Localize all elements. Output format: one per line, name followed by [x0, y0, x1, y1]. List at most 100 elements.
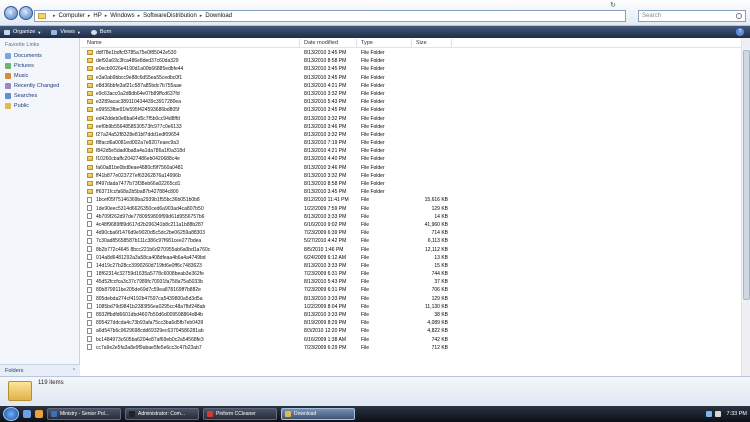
file-name: e3a0ab9bbcc9e88c6d55ea55cedbc0f1 [96, 74, 183, 81]
date-modified: 8/19/2009 8:29 PM [304, 320, 347, 327]
search-input[interactable]: Search [638, 10, 746, 22]
table-row[interactable]: e3a0ab9bbcc9e88c6d55ea55cedbc0f1 8/13/201… [81, 74, 741, 82]
file-name: 014a8d6481292a3a58ca408dfeaa4b6a4a4749bd [96, 254, 206, 261]
refresh-icon[interactable]: ↻ [610, 1, 616, 9]
file-size: 712 KB [431, 344, 448, 351]
nav-item[interactable]: Pictures [0, 61, 79, 71]
table-row[interactable]: f10260cbaffc20427486eb0420688c4e 8/13/201… [81, 155, 741, 163]
table-row[interactable]: ff6371fccfa68a2b5ba87b427884c800 8/13/201… [81, 188, 741, 196]
breadcrumb-separator[interactable]: ▸ [138, 13, 141, 19]
vertical-scrollbar[interactable] [741, 38, 750, 376]
views-button[interactable]: Views ▼ [51, 29, 81, 35]
table-row[interactable]: 8932ffbdfd6601dbd4607b50d6d009598864d84b… [81, 311, 741, 319]
table-row[interactable]: 7c30ad85658587b111c386c97f681cee277bdea 5… [81, 237, 741, 245]
file-type: File [361, 320, 370, 327]
breadcrumb-separator[interactable]: ▸ [200, 13, 203, 19]
table-row[interactable]: 4b709f262d97de7780959809f99d61d9556757b6… [81, 213, 741, 221]
breadcrumb-separator[interactable]: ▸ [105, 13, 108, 19]
folders-toggle[interactable]: Folders ⌃ [0, 364, 80, 376]
table-row[interactable]: def92a69c3fca486e8ded37c60da329 8/13/2010… [81, 57, 741, 65]
volume-icon[interactable] [714, 411, 721, 417]
table-row[interactable]: f8facd6a0081ed002a7e8207eaec9a3 8/13/2010… [81, 139, 741, 147]
folder-icon [285, 411, 291, 417]
table-row[interactable]: 80b879911be205de69d7c59ea878169ff7b882e 7… [81, 286, 741, 294]
column-separator[interactable] [451, 39, 452, 47]
table-row[interactable]: f842d5e5dad0ba8a4a1da786a1f0a318d 8/13/20… [81, 147, 741, 155]
table-row[interactable]: 8b2b772c4645 8bcc221b6d270955ab6a0bd1a76… [81, 246, 741, 254]
column-separator[interactable] [411, 39, 412, 47]
nav-item-label: Public [14, 103, 29, 109]
column-date-modified[interactable]: Date modified [304, 40, 338, 46]
table-row[interactable]: ff497dada7477b73f38eb66a02265cd1 8/13/201… [81, 180, 741, 188]
table-row[interactable]: e9c63acc0a2d8db64e07b89ffcd637fd 8/13/201… [81, 90, 741, 98]
search-icon[interactable] [736, 13, 742, 19]
table-row[interactable]: 895427ddcda4c73b93afa75cc3ba6d5fb7eb0439… [81, 319, 741, 327]
table-row[interactable]: ddf78e1bdfcf3785a75e0f85042e530 8/13/2010… [81, 49, 741, 57]
file-type: File Folder [361, 99, 385, 106]
command-bar: Organize ▼ Views ▼ Burn ? [0, 26, 750, 38]
folder-icon [87, 90, 93, 96]
table-row[interactable]: 1085bd79d9841b2383f56ea0295cc48a7fbf248a… [81, 303, 741, 311]
forward-button[interactable]: › [19, 6, 33, 20]
breadcrumb-separator[interactable]: ▸ [53, 13, 56, 19]
table-row[interactable]: 1de90eec5314d6626350ced6a903ad4ca807b50 1… [81, 205, 741, 213]
start-button[interactable] [3, 407, 19, 421]
breadcrumb-item[interactable]: HP [93, 13, 101, 19]
taskbar-button[interactable]: Ministry - Senior Pol... [47, 408, 121, 420]
date-modified: 8/13/2010 3:33 PM [304, 295, 347, 302]
nav-item[interactable]: Public [0, 101, 79, 111]
file-name: fa60a81be0bd8eae4880cf9f7560a0481 [96, 164, 184, 171]
breadcrumb[interactable]: ▸ Computer ▸ HP ▸ Windows ▸ SoftwareDistributio… [34, 10, 626, 22]
file-size: 706 KB [431, 287, 448, 294]
taskbar-button[interactable]: Download [281, 408, 355, 420]
table-row[interactable]: f27a24a52f8328e81bf7ddd1edf09654 8/13/201… [81, 131, 741, 139]
scrollbar-thumb[interactable] [743, 50, 750, 300]
help-icon[interactable]: ? [736, 28, 744, 36]
show-desktop-icon[interactable] [23, 410, 31, 418]
column-separator[interactable] [356, 39, 357, 47]
table-row[interactable]: eef0b9b5564858530573fc977c0e6133 8/13/201… [81, 123, 741, 131]
organize-button[interactable]: Organize ▼ [4, 29, 41, 35]
taskbar-button-label: Ministry - Senior Pol... [60, 411, 109, 417]
nav-item[interactable]: Recently Changed [0, 81, 79, 91]
table-row[interactable]: 45d52fccfca3c37c7989fc70931fa758a75a5033… [81, 278, 741, 286]
nav-item[interactable]: Documents [0, 51, 79, 61]
table-row[interactable]: e99553fbe91fe595f424593686bd805f 8/13/201… [81, 106, 741, 114]
breadcrumb-item[interactable]: Computer [59, 13, 85, 19]
table-row[interactable]: e8d36bbfe3af21c587a85bdc7b755aae 8/13/201… [81, 82, 741, 90]
column-type[interactable]: Type [361, 40, 373, 46]
column-name[interactable]: Name [87, 40, 102, 46]
column-size[interactable]: Size [416, 40, 427, 46]
table-row[interactable]: 4d90cba6f1476d9e9020d5c5dc2be06259a88303… [81, 229, 741, 237]
nav-item[interactable]: Searches [0, 91, 79, 101]
table-row[interactable]: ff41b877e023727ef63362876a14996b 8/13/201… [81, 172, 741, 180]
table-row[interactable]: 18f62314c32759d1635a5778c6008beab3e362fe… [81, 270, 741, 278]
table-row[interactable]: 4c48f9689f89d617d2b296341b8c211a1b88b287… [81, 221, 741, 229]
file-name: e8d36bbfe3af21c587a85bdc7b755aae [96, 82, 182, 89]
breadcrumb-separator[interactable]: ▸ [88, 13, 91, 19]
table-row[interactable]: e0ecb0026e4190d1a00b66885edbfe44 8/13/201… [81, 65, 741, 73]
column-separator[interactable] [299, 39, 300, 47]
network-icon[interactable] [705, 411, 712, 417]
table-row[interactable]: 1bcef05f75146369ba2939b1f55bc36b051b0b8 8… [81, 196, 741, 204]
table-row[interactable]: e3289acac389110434439c3917280ea 8/13/2010… [81, 98, 741, 106]
table-row[interactable]: a6d547b6c9629698cdd69329ec63704586281ab 8… [81, 327, 741, 335]
table-row[interactable]: 14d19c27b28cc3990260d719fd6e0ff6c7483623… [81, 262, 741, 270]
table-row[interactable]: fa60a81be0bd8eae4880cf9f7560a0481 8/13/20… [81, 164, 741, 172]
back-button[interactable]: ‹ [4, 6, 18, 20]
breadcrumb-item[interactable]: SoftwareDistribution [143, 13, 197, 19]
table-row[interactable]: 805debda274cf4192b47597ca5439800a5d3d5a 8… [81, 295, 741, 303]
ie-icon[interactable] [35, 410, 43, 418]
burn-button[interactable]: Burn [90, 29, 111, 35]
table-row[interactable]: ed42ddeb0e8ba64d5c7f5b0cc94d8ffd 8/13/201… [81, 115, 741, 123]
breadcrumb-item[interactable]: Windows [110, 13, 134, 19]
taskbar-button[interactable]: Piriform CCleaner [203, 408, 277, 420]
breadcrumb-item[interactable]: Download [205, 13, 232, 19]
table-row[interactable]: 014a8d6481292a3a58ca408dfeaa4b6a4a4749bd… [81, 254, 741, 262]
clock[interactable]: 7:33 PM [727, 411, 747, 417]
chevron-down-icon: ▼ [37, 29, 42, 35]
table-row[interactable]: bc1484973c605ba6204e87af69eb0c2a54568fe3… [81, 336, 741, 344]
taskbar-button[interactable]: Administrator: Com... [125, 408, 199, 420]
nav-item[interactable]: Music [0, 71, 79, 81]
table-row[interactable]: cc7a9e2e5fa3a8e9f9abae5fe5e6cc3c47b23ab7… [81, 344, 741, 352]
